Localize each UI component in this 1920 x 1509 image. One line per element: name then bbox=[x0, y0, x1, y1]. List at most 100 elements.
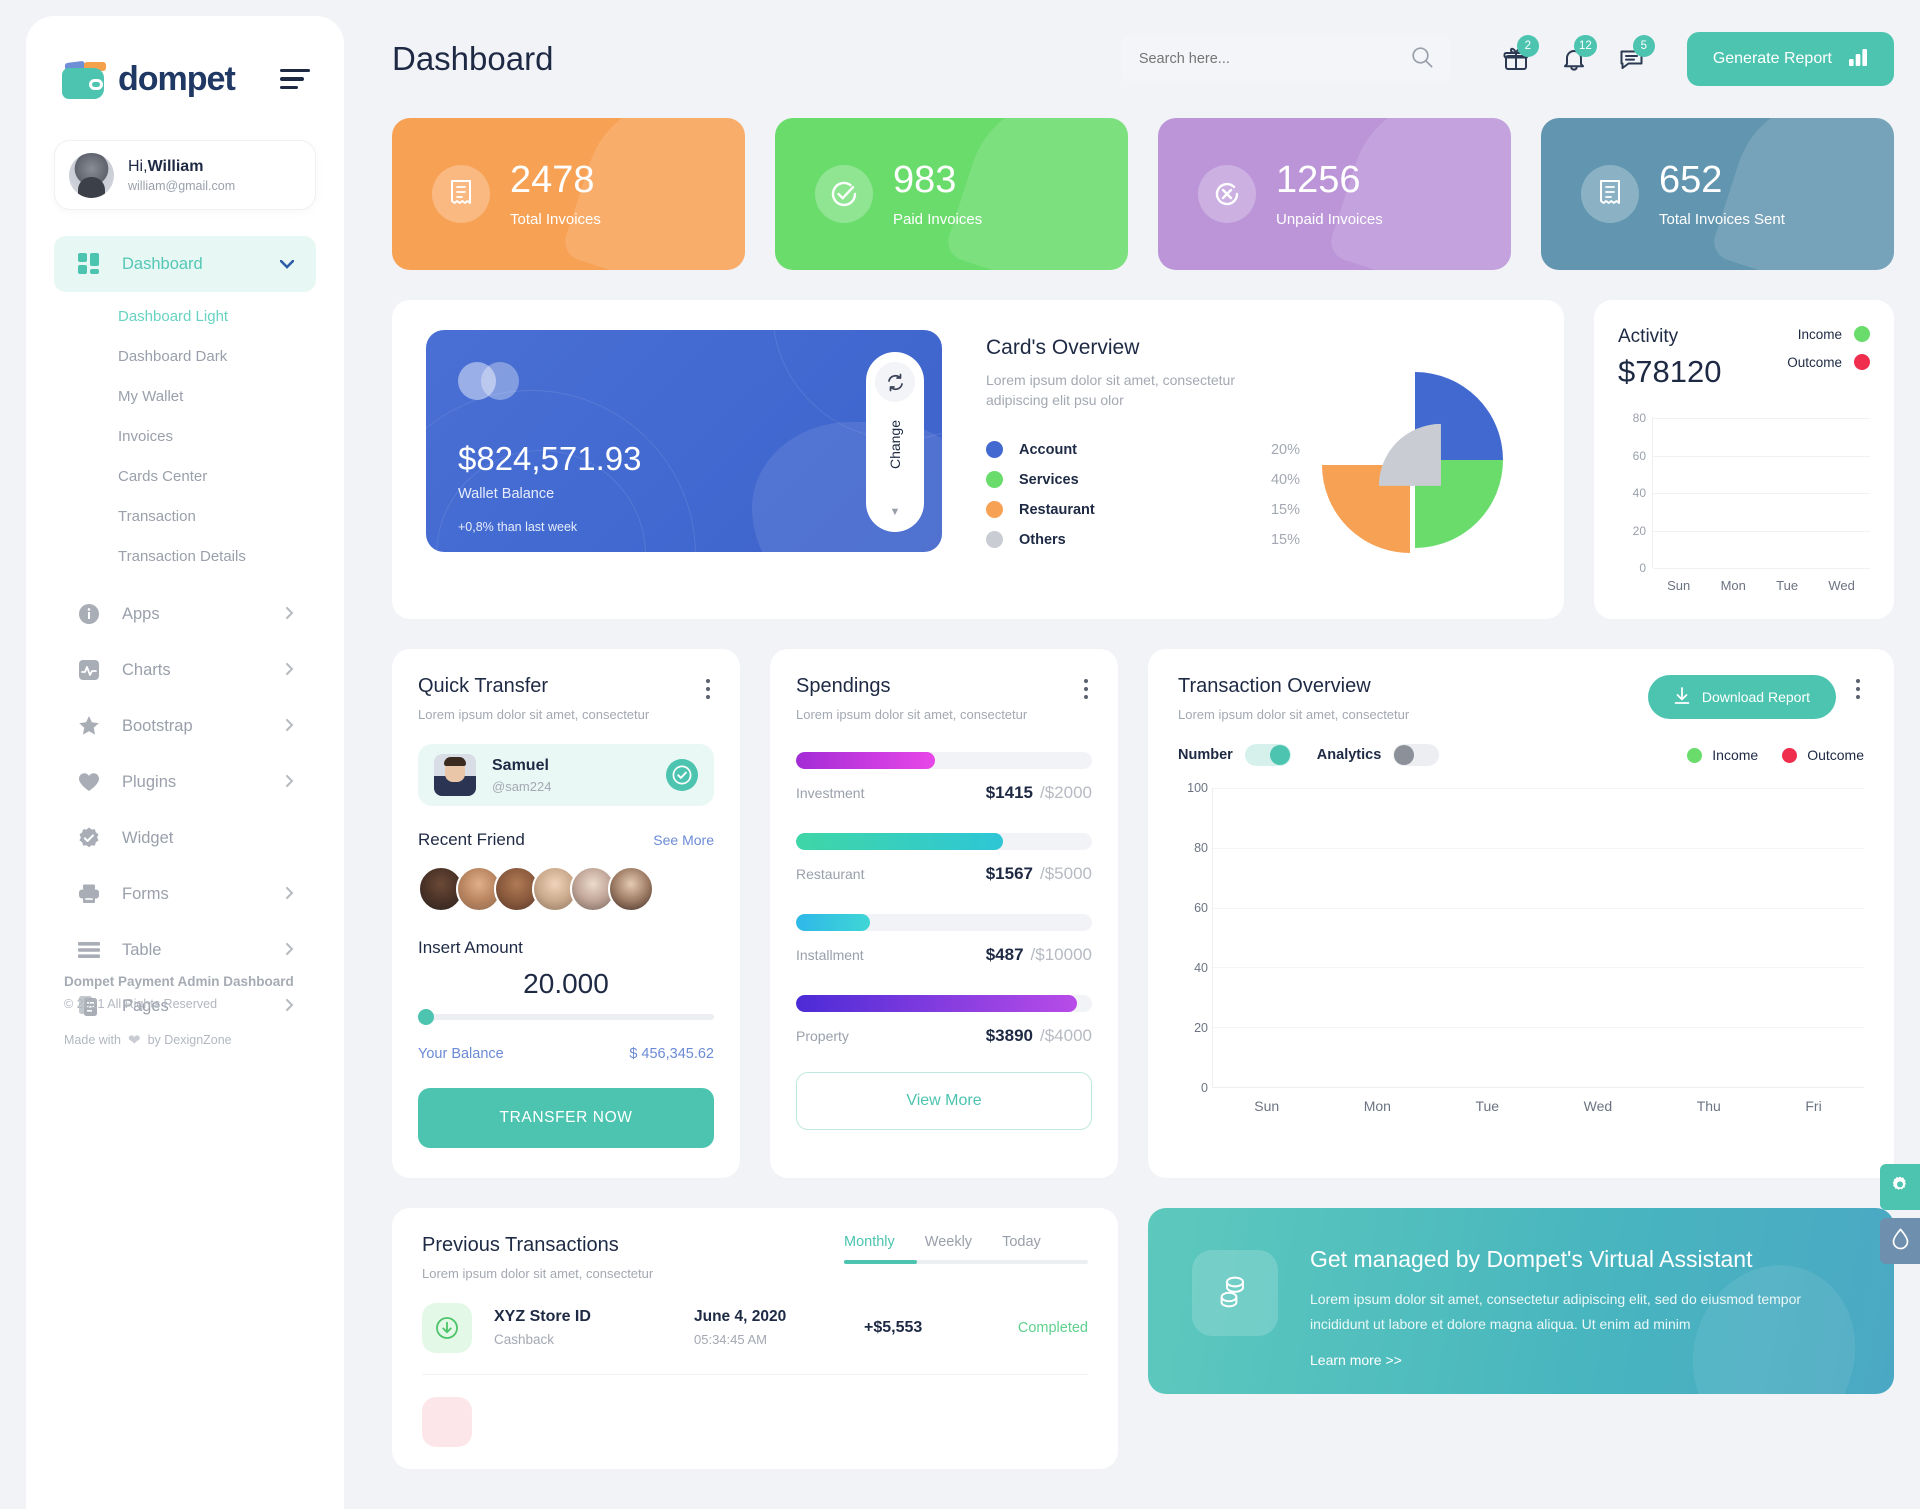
amount-slider[interactable] bbox=[418, 1009, 714, 1025]
virtual-assistant-banner[interactable]: Get managed by Dompet's Virtual Assistan… bbox=[1148, 1208, 1894, 1394]
legend-item: Services 40% bbox=[986, 465, 1300, 495]
sidebar-subitem-invoices[interactable]: Invoices bbox=[26, 416, 344, 456]
spending-max: /$5000 bbox=[1040, 864, 1092, 883]
tab-weekly[interactable]: Weekly bbox=[925, 1234, 972, 1250]
quick-transfer-description: Lorem ipsum dolor sit amet, consectetur bbox=[418, 707, 650, 722]
sidebar-item-table[interactable]: Table bbox=[54, 922, 316, 978]
spending-max: /$10000 bbox=[1030, 945, 1092, 964]
badge-check-icon bbox=[76, 825, 102, 851]
view-more-button[interactable]: View More bbox=[796, 1072, 1092, 1130]
invoice-icon bbox=[1581, 165, 1639, 223]
stat-label: Total Invoices bbox=[510, 210, 601, 228]
toggle-analytics-label: Analytics bbox=[1316, 747, 1382, 763]
sidebar-subitem-transaction[interactable]: Transaction bbox=[26, 496, 344, 536]
transaction-overview-menu-button[interactable] bbox=[1852, 675, 1864, 703]
menu-toggle-icon[interactable] bbox=[280, 68, 310, 90]
stat-value: 983 bbox=[893, 158, 957, 201]
table-row[interactable]: XYZ Store ID Cashback June 4, 2020 05:34… bbox=[422, 1281, 1088, 1375]
settings-button[interactable] bbox=[1880, 1164, 1920, 1210]
user-email: william@gmail.com bbox=[128, 178, 236, 193]
stat-label: Unpaid Invoices bbox=[1276, 210, 1383, 228]
sidebar-subitem-transaction-details[interactable]: Transaction Details bbox=[26, 536, 344, 576]
insert-amount-value[interactable]: 20.000 bbox=[418, 968, 714, 1000]
virtual-assistant-description: Lorem ipsum dolor sit amet, consectetur … bbox=[1310, 1291, 1802, 1332]
transaction-type: Cashback bbox=[494, 1332, 555, 1347]
sidebar-item-apps[interactable]: Apps bbox=[54, 586, 316, 642]
notifications-button[interactable]: 12 bbox=[1545, 35, 1603, 73]
spendings-description: Lorem ipsum dolor sit amet, consectetur bbox=[796, 707, 1028, 722]
lines-icon bbox=[76, 937, 102, 963]
learn-more-link[interactable]: Learn more >> bbox=[1310, 1352, 1402, 1368]
tab-indicator bbox=[844, 1260, 1088, 1264]
quick-transfer-menu-button[interactable] bbox=[702, 675, 714, 703]
sidebar-item-label: Charts bbox=[122, 660, 171, 679]
friend-avatar[interactable] bbox=[608, 866, 654, 912]
stat-card-total-invoices-sent[interactable]: 652 Total Invoices Sent bbox=[1541, 118, 1894, 270]
sidebar-item-charts[interactable]: Charts bbox=[54, 642, 316, 698]
stat-value: 2478 bbox=[510, 158, 595, 201]
spendings-menu-button[interactable] bbox=[1080, 675, 1092, 703]
pulse-icon bbox=[76, 657, 102, 683]
sidebar-footer-credit: Made with ❤ by DexignZone bbox=[64, 1032, 232, 1049]
sidebar-item-dashboard[interactable]: Dashboard bbox=[54, 236, 316, 292]
selected-friend[interactable]: Samuel @sam224 bbox=[418, 744, 714, 806]
toggle-number-label: Number bbox=[1178, 747, 1233, 763]
arrow-up-circle-icon bbox=[422, 1397, 472, 1447]
invoice-icon bbox=[432, 165, 490, 223]
spending-value: $1567 bbox=[985, 864, 1033, 883]
toggle-number[interactable] bbox=[1244, 744, 1291, 766]
see-more-link[interactable]: See More bbox=[653, 832, 714, 848]
chevron-right-icon bbox=[286, 941, 294, 960]
recent-friends-list bbox=[418, 866, 714, 912]
sidebar-item-widget[interactable]: Widget bbox=[54, 810, 316, 866]
sidebar-subitem-dashboard-light[interactable]: Dashboard Light bbox=[26, 296, 344, 336]
search-box[interactable] bbox=[1120, 35, 1451, 83]
notifications-badge: 12 bbox=[1574, 35, 1597, 57]
sidebar-item-forms[interactable]: Forms bbox=[54, 866, 316, 922]
toggle-analytics[interactable] bbox=[1393, 744, 1440, 766]
generate-report-button[interactable]: Generate Report bbox=[1686, 32, 1894, 86]
coins-icon bbox=[1192, 1250, 1278, 1336]
search-icon[interactable] bbox=[1411, 46, 1433, 73]
messages-badge: 5 bbox=[1632, 35, 1655, 57]
legend-dot-others bbox=[986, 531, 1003, 549]
activity-legend: Income Outcome bbox=[1787, 326, 1870, 390]
messages-button[interactable]: 5 bbox=[1603, 35, 1661, 73]
sidebar-subitem-cards-center[interactable]: Cards Center bbox=[26, 456, 344, 496]
transfer-now-button[interactable]: TRANSFER NOW bbox=[418, 1088, 714, 1148]
transaction-overview-title: Transaction Overview bbox=[1178, 675, 1371, 697]
legend-label: Others bbox=[1019, 531, 1066, 548]
chart-y-axis: 100 80 60 40 20 0 bbox=[1187, 781, 1208, 1095]
droplet-icon bbox=[1891, 1227, 1910, 1255]
transaction-overview-card: Transaction Overview Lorem ipsum dolor s… bbox=[1148, 649, 1894, 1178]
stat-card-total-invoices[interactable]: 2478 Total Invoices bbox=[392, 118, 745, 270]
legend-label: Services bbox=[1019, 471, 1079, 488]
brand-name: dompet bbox=[118, 59, 236, 98]
sidebar-subitem-dashboard-dark[interactable]: Dashboard Dark bbox=[26, 336, 344, 376]
change-label: Change bbox=[887, 420, 903, 470]
legend-dot-income bbox=[1687, 747, 1703, 763]
stat-card-unpaid-invoices[interactable]: 1256 Unpaid Invoices bbox=[1158, 118, 1511, 270]
chevron-right-icon bbox=[286, 605, 294, 624]
theme-button[interactable] bbox=[1880, 1218, 1920, 1264]
search-input[interactable] bbox=[1138, 51, 1411, 67]
change-card-button[interactable]: Change ▼ bbox=[866, 352, 924, 532]
tab-monthly[interactable]: Monthly bbox=[844, 1234, 895, 1250]
legend-percent: 15% bbox=[1270, 531, 1300, 548]
activity-chart: 80 60 40 20 0 bbox=[1618, 411, 1870, 575]
tab-today[interactable]: Today bbox=[1002, 1234, 1041, 1250]
gift-button[interactable]: 2 bbox=[1487, 35, 1545, 73]
table-row[interactable] bbox=[422, 1375, 1088, 1469]
sidebar-item-plugins[interactable]: Plugins bbox=[54, 754, 316, 810]
previous-transactions-tabs: Monthly Weekly Today bbox=[844, 1234, 1088, 1264]
slider-knob[interactable] bbox=[418, 1009, 434, 1025]
cards-overview-legend: Account 20% Services 40% Restaurant 15% bbox=[986, 435, 1300, 555]
sidebar-item-bootstrap[interactable]: Bootstrap bbox=[54, 698, 316, 754]
download-report-button[interactable]: Download Report bbox=[1647, 675, 1836, 719]
user-profile-card[interactable]: Hi,William william@gmail.com bbox=[54, 140, 316, 210]
legend-item-income: Income bbox=[1787, 326, 1870, 342]
stat-card-paid-invoices[interactable]: 983 Paid Invoices bbox=[775, 118, 1128, 270]
sidebar-subitem-my-wallet[interactable]: My Wallet bbox=[26, 376, 344, 416]
arrow-down-circle-icon bbox=[422, 1302, 472, 1353]
check-circle-icon bbox=[815, 165, 873, 223]
